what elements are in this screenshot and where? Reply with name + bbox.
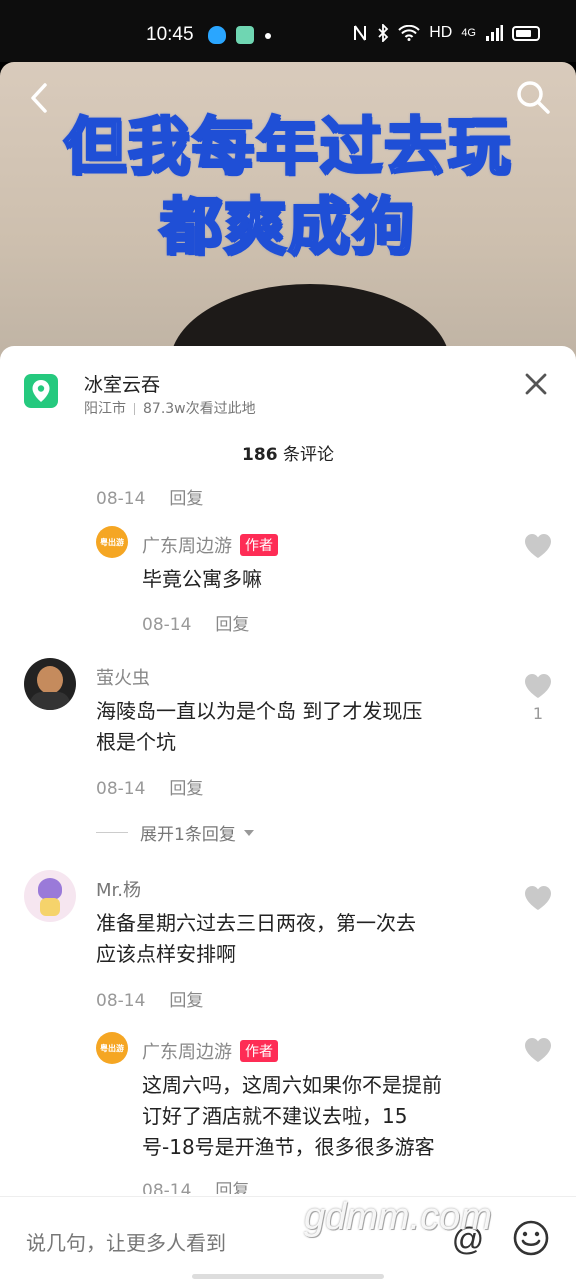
home-indicator[interactable] <box>192 1274 384 1279</box>
reply-button[interactable]: 回复 <box>215 1181 249 1194</box>
location-city: 阳江市 <box>84 401 126 417</box>
avatar[interactable] <box>24 658 76 710</box>
search-icon[interactable] <box>514 78 552 116</box>
like-heart-icon[interactable] <box>523 1036 553 1064</box>
reply-button[interactable]: 回复 <box>169 991 203 1011</box>
video-caption-line1: 但我每年过去玩 <box>62 109 512 185</box>
signal-icon <box>486 25 503 41</box>
comment-text-line: 应该点样安排啊 <box>96 942 236 966</box>
like-heart-icon[interactable] <box>523 884 553 912</box>
comment-meta: 08-14 回复 <box>142 610 249 635</box>
avatar[interactable] <box>24 870 76 922</box>
message-notification-icon <box>236 26 254 44</box>
comment-date: 08-14 <box>142 1181 192 1194</box>
status-bar: 10:45 HD 4G <box>0 0 576 62</box>
status-time: 10:45 <box>146 24 194 45</box>
divider <box>134 403 135 415</box>
comment-list[interactable]: 08-14 回复 粤出游 广东周边游 作者 毕竟公寓多嘛 08-14 回复 萤火虫 海… <box>0 476 576 1194</box>
comment-text: 这周六吗，这周六如果你不是提前 订好了酒店就不建议去啦，15 号-18号是开渔节… <box>142 1070 442 1163</box>
back-icon[interactable] <box>22 80 58 116</box>
comment-meta: 08-14 回复 <box>96 774 203 799</box>
qq-notification-icon <box>208 26 226 44</box>
author-badge: 作者 <box>240 1040 278 1062</box>
like-heart-icon[interactable] <box>523 532 553 560</box>
avatar[interactable]: 粤出游 <box>96 1032 128 1064</box>
comment-author[interactable]: 萤火虫 <box>96 664 150 690</box>
comment-date: 08-14 <box>96 489 146 509</box>
bluetooth-icon <box>378 24 389 42</box>
chevron-down-icon <box>243 829 254 836</box>
wifi-icon <box>398 25 420 41</box>
comment-meta: 08-14 回复 <box>142 1176 249 1194</box>
watermark: gdmm.com <box>304 1196 492 1238</box>
author-name: 广东周边游 <box>142 1042 232 1063</box>
comment-meta: 08-14 回复 <box>96 986 203 1011</box>
expand-replies-button[interactable]: 展开1条回复 <box>96 820 256 845</box>
avatar[interactable]: 粤出游 <box>96 526 128 558</box>
comment-author[interactable]: Mr.杨 <box>96 876 141 902</box>
comment-text-line: 准备星期六过去三日两夜，第一次去 <box>96 911 416 935</box>
avatar-text: 粤出游 <box>100 537 124 547</box>
comment-sheet: 冰室云吞 阳江市 87.3w次看过此地 186 条评论 08-14 回复 粤出游 广… <box>0 346 576 1280</box>
comment-date: 08-14 <box>96 779 146 799</box>
status-icons: HD 4G <box>352 24 540 42</box>
comment-count-suffix: 条评论 <box>277 445 334 465</box>
emoji-icon[interactable] <box>512 1219 550 1257</box>
location-meta: 阳江市 87.3w次看过此地 <box>84 398 256 418</box>
battery-icon <box>512 25 540 41</box>
comment-count: 186 条评论 <box>0 440 576 465</box>
comment-text: 海陵岛一直以为是个岛 到了才发现压 根是个坑 <box>96 696 422 758</box>
nfc-icon <box>354 25 367 41</box>
divider <box>96 832 128 833</box>
reply-button[interactable]: 回复 <box>169 489 203 509</box>
avatar-text: 粤出游 <box>100 1043 124 1053</box>
comment-text: 准备星期六过去三日两夜，第一次去 应该点样安排啊 <box>96 908 416 970</box>
comment-count-number: 186 <box>242 445 278 465</box>
comment-text-line: 订好了酒店就不建议去啦，15 <box>142 1104 408 1128</box>
comment-author[interactable]: 广东周边游 作者 <box>142 532 278 558</box>
comment-date: 08-14 <box>96 991 146 1011</box>
comment-text-line: 号-18号是开渔节，很多很多游客 <box>142 1135 435 1159</box>
location-pin-icon <box>24 374 58 408</box>
comment-author[interactable]: 广东周边游 作者 <box>142 1038 278 1064</box>
comment-input[interactable]: 说几句，让更多人看到 <box>26 1227 226 1256</box>
comment-text: 毕竟公寓多嘛 <box>142 567 262 591</box>
author-name: 广东周边游 <box>142 536 232 557</box>
close-icon[interactable] <box>522 370 550 398</box>
video-preview[interactable]: 但我每年过去玩 都爽成狗 <box>0 62 576 362</box>
reply-button[interactable]: 回复 <box>169 779 203 799</box>
expand-replies-label: 展开1条回复 <box>140 825 236 845</box>
video-caption-line2: 都爽成狗 <box>158 189 416 265</box>
author-badge: 作者 <box>240 534 278 556</box>
comment-text-line: 海陵岛一直以为是个岛 到了才发现压 <box>96 699 423 723</box>
more-notifications-icon <box>265 33 271 39</box>
comment-text-line: 这周六吗，这周六如果你不是提前 <box>142 1073 442 1097</box>
hd-indicator: HD <box>429 24 453 41</box>
location-name[interactable]: 冰室云吞 <box>84 370 160 397</box>
reply-button[interactable]: 回复 <box>215 615 249 635</box>
comment-date: 08-14 <box>142 615 192 635</box>
comment-text-line: 根是个坑 <box>96 730 176 754</box>
like-count: 1 <box>532 704 544 723</box>
like-heart-icon[interactable] <box>523 672 553 700</box>
signal-type: 4G <box>461 27 476 39</box>
comment-meta: 08-14 回复 <box>96 484 203 509</box>
location-views: 87.3w次看过此地 <box>143 401 256 417</box>
